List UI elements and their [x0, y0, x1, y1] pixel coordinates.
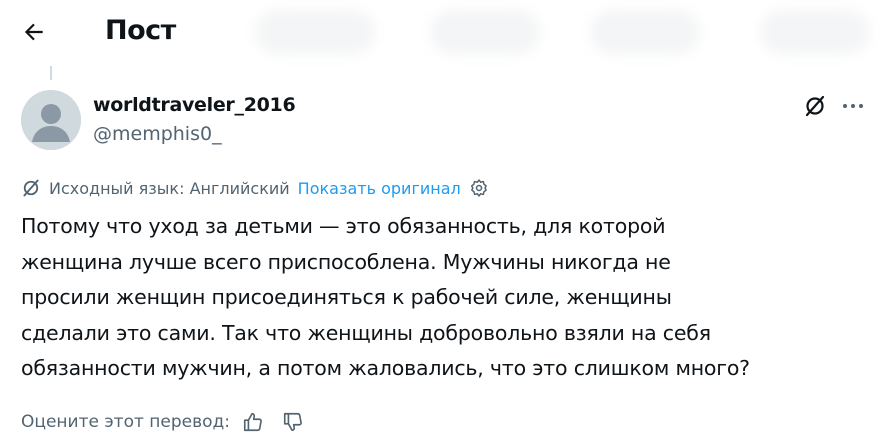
blurred-region	[255, 10, 375, 54]
blurred-region	[430, 10, 540, 54]
more-dots-icon	[843, 104, 863, 108]
thumbs-down-icon[interactable]	[282, 411, 304, 433]
rate-translation-label: Оцените этот перевод:	[21, 412, 231, 432]
post-text: Потому что уход за детьми — это обязанно…	[21, 214, 750, 380]
gear-icon[interactable]	[469, 178, 489, 198]
translate-button[interactable]	[801, 92, 829, 120]
default-avatar-icon	[21, 90, 81, 150]
author-display-name[interactable]: worldtraveler_2016	[93, 92, 296, 118]
blurred-region	[760, 10, 870, 54]
source-language-label: Исходный язык: Английский	[49, 178, 290, 198]
page-title: Пост	[105, 15, 176, 46]
arrow-left-icon	[24, 23, 43, 41]
avatar[interactable]	[21, 90, 81, 150]
author-handle[interactable]: @memphis0_	[93, 121, 222, 147]
blurred-region	[590, 10, 700, 54]
header-bar: Пост	[0, 0, 888, 64]
thumbs-up-icon[interactable]	[242, 411, 264, 433]
rate-translation-row: Оцените этот перевод:	[21, 408, 304, 436]
translate-icon	[21, 178, 41, 198]
thread-line	[50, 66, 52, 80]
more-options-button[interactable]	[838, 92, 868, 120]
show-original-link[interactable]: Показать оригинал	[298, 179, 461, 198]
back-button[interactable]	[14, 12, 54, 52]
translate-icon	[805, 95, 825, 117]
translation-info-row: Исходный язык: Английский Показать ориги…	[21, 176, 489, 200]
